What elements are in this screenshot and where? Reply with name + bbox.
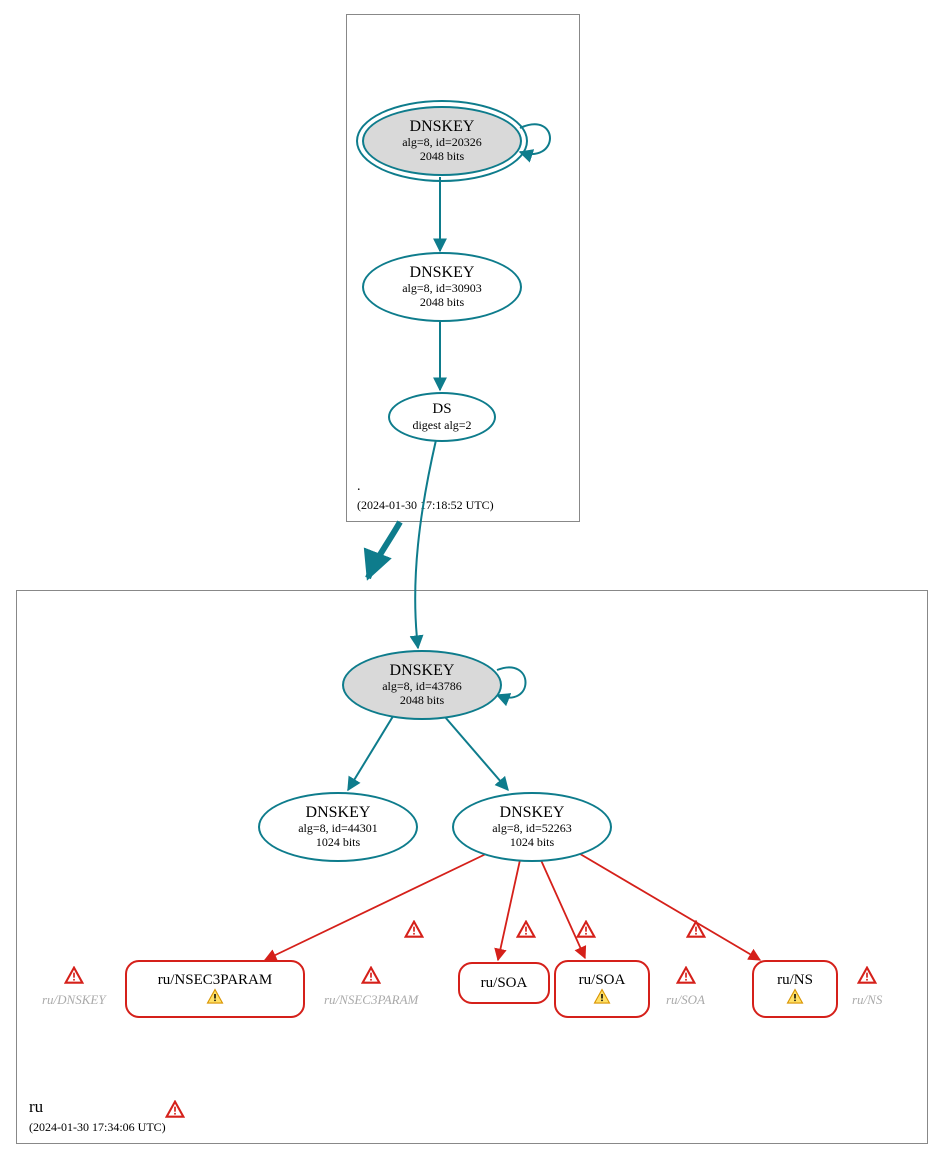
ghost-ns: ru/NS bbox=[852, 992, 882, 1007]
rr-soa1-label: ru/SOA bbox=[481, 975, 528, 992]
ru-zsk2-line2: alg=8, id=52263 bbox=[492, 822, 572, 836]
node-root-ksk: DNSKEY alg=8, id=20326 2048 bits bbox=[362, 106, 522, 176]
edge-warn-1 bbox=[404, 920, 424, 945]
warning-yellow-icon bbox=[786, 988, 804, 1006]
rr-soa2: ru/SOA bbox=[554, 960, 650, 1018]
zone-root-dot: . bbox=[357, 479, 361, 495]
ru-zsk1-line3: 1024 bits bbox=[316, 836, 360, 850]
node-ru-ksk: DNSKEY alg=8, id=43786 2048 bits bbox=[342, 650, 502, 720]
root-ksk-line3: 2048 bits bbox=[420, 150, 464, 164]
warning-red-icon bbox=[361, 966, 381, 986]
ghost-soa: ru/SOA bbox=[666, 992, 705, 1007]
rr-nsec3param: ru/NSEC3PARAM bbox=[125, 960, 305, 1018]
ru-ksk-line2: alg=8, id=43786 bbox=[382, 680, 462, 694]
ru-zsk1-line2: alg=8, id=44301 bbox=[298, 822, 378, 836]
node-root-ds: DS digest alg=2 bbox=[388, 392, 496, 442]
zone-ru-name: ru bbox=[29, 1097, 43, 1117]
zone-root-ts: (2024-01-30 17:18:52 UTC) bbox=[357, 498, 494, 513]
rr-nsec3param-label: ru/NSEC3PARAM bbox=[158, 972, 272, 989]
zone-ru-ts: (2024-01-30 17:34:06 UTC) bbox=[29, 1120, 166, 1135]
rr-ns-label: ru/NS bbox=[777, 972, 813, 989]
ru-zsk2-line3: 1024 bits bbox=[510, 836, 554, 850]
edge-warn-3 bbox=[576, 920, 596, 945]
root-zsk-line2: alg=8, id=30903 bbox=[402, 282, 482, 296]
node-ru-zsk2: DNSKEY alg=8, id=52263 1024 bits bbox=[452, 792, 612, 862]
ru-zsk2-title: DNSKEY bbox=[500, 804, 565, 822]
ghost-dnskey: ru/DNSKEY bbox=[42, 992, 106, 1007]
ru-zsk1-title: DNSKEY bbox=[306, 804, 371, 822]
ru-ksk-line3: 2048 bits bbox=[400, 694, 444, 708]
warning-yellow-icon bbox=[206, 988, 224, 1006]
warning-red-icon bbox=[676, 966, 696, 986]
ru-ksk-title: DNSKEY bbox=[390, 662, 455, 680]
ghost-soa-group: ru/SOA bbox=[666, 966, 705, 1009]
ghost-ns-group: ru/NS bbox=[852, 966, 882, 1009]
warning-red-icon bbox=[64, 966, 84, 986]
root-zsk-title: DNSKEY bbox=[410, 264, 475, 282]
root-ds-title: DS bbox=[432, 401, 451, 418]
warning-yellow-icon bbox=[593, 988, 611, 1006]
rr-ns: ru/NS bbox=[752, 960, 838, 1018]
node-root-zsk: DNSKEY alg=8, id=30903 2048 bits bbox=[362, 252, 522, 322]
root-zsk-line3: 2048 bits bbox=[420, 296, 464, 310]
rr-soa2-label: ru/SOA bbox=[579, 972, 626, 989]
ghost-nsec3param-group: ru/NSEC3PARAM bbox=[324, 966, 418, 1009]
root-ksk-title: DNSKEY bbox=[410, 118, 475, 136]
edge-warn-4 bbox=[686, 920, 706, 945]
root-ds-line2: digest alg=2 bbox=[412, 419, 471, 433]
ghost-dnskey-group: ru/DNSKEY bbox=[42, 966, 106, 1009]
root-ksk-line2: alg=8, id=20326 bbox=[402, 136, 482, 150]
zone-ru-warn bbox=[165, 1100, 185, 1125]
rr-soa1: ru/SOA bbox=[458, 962, 550, 1004]
node-ru-zsk1: DNSKEY alg=8, id=44301 1024 bits bbox=[258, 792, 418, 862]
ghost-nsec3param: ru/NSEC3PARAM bbox=[324, 992, 418, 1007]
warning-red-icon bbox=[857, 966, 877, 986]
edge-warn-2 bbox=[516, 920, 536, 945]
